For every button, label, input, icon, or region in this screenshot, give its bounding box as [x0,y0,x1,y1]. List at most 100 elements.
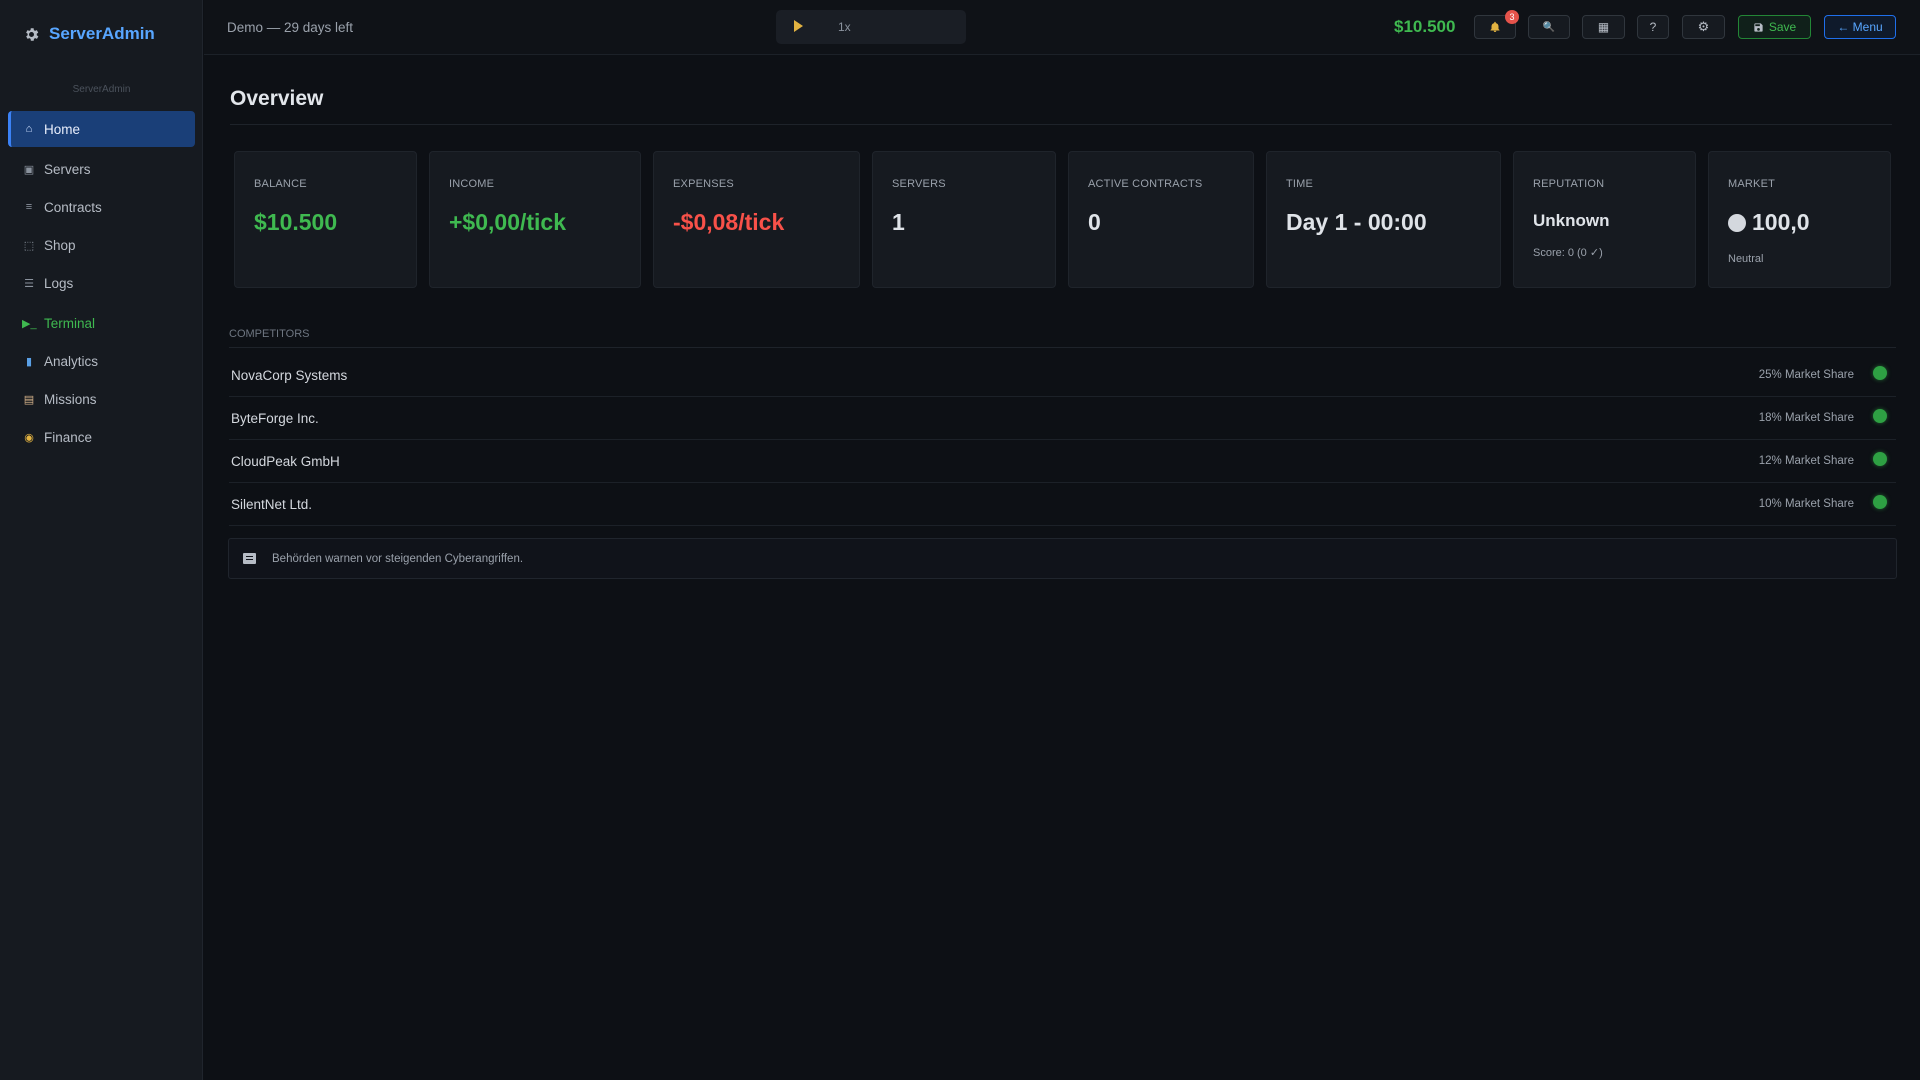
balance-card: Balance $10.500 [234,151,417,288]
menu-button[interactable]: ← Menu [1824,15,1896,39]
settings-button[interactable]: ⚙ [1682,15,1725,39]
card-label: Balance [254,178,307,190]
grid-icon: ▦ [1597,20,1610,34]
notifications-button[interactable]: 3 [1474,10,1519,39]
competitor-row[interactable]: NovaCorp Systems 25% Market Share [229,354,1896,397]
competitor-list: NovaCorp Systems 25% Market Share ByteFo… [229,354,1896,526]
card-value: 1 [892,209,905,235]
market-value: 100,0 [1752,209,1810,235]
reputation-score: Score: 0 (0 ✓) [1533,247,1603,259]
competitor-share: 25% Market Share [1758,369,1854,381]
income-card: Income +$0,00/tick [429,151,641,288]
home-icon: ⌂ [25,123,33,135]
sidebar-item-terminal[interactable]: ▶_ Terminal [8,305,195,341]
sidebar-item-label: Contracts [44,199,102,215]
help-icon: ? [1649,20,1657,34]
sidebar-item-label: Shop [44,237,76,253]
sidebar-item-home[interactable]: ⌂ Home [8,111,195,147]
notification-badge: 3 [1505,10,1519,24]
layout-button[interactable]: ▦ [1582,15,1625,39]
shop-icon: ⬚ [23,239,35,252]
competitor-share: 12% Market Share [1758,455,1854,467]
competitor-name: ByteForge Inc. [231,411,319,426]
help-button[interactable]: ? [1637,15,1669,39]
competitor-share: 10% Market Share [1758,498,1854,510]
sidebar-item-label: Home [44,121,81,137]
competitor-row[interactable]: SilentNet Ltd. 10% Market Share [229,483,1896,526]
status-dot-icon [1873,452,1887,466]
title-divider [230,124,1892,125]
search-icon: 🔍 [1542,21,1556,33]
status-dot-icon [1873,409,1887,423]
speed-control[interactable]: 1x [776,10,966,44]
sidebar-item-label: Analytics [44,353,99,369]
reputation-card: Reputation Unknown Score: 0 (0 ✓) [1513,151,1696,288]
sidebar-item-contracts[interactable]: ≡ Contracts [8,189,195,225]
terminal-icon: ▶_ [22,317,37,330]
card-value: $10.500 [254,209,338,235]
save-label: Save [1768,20,1797,34]
gear-icon [26,27,39,41]
card-label: Servers [892,178,946,190]
gear-icon: ⚙ [1697,19,1710,34]
top-bar: Demo — 29 days left 1x $10.500 3 🔍 ▦ ? ⚙… [204,0,1920,55]
sidebar: ServerAdmin ServerAdmin ⌂ Home ▣ Servers… [0,0,203,1080]
clipboard-icon: ▤ [23,393,35,406]
time-card: Time Day 1 - 00:00 [1266,151,1501,288]
save-button[interactable]: Save [1738,15,1811,39]
competitor-row[interactable]: ByteForge Inc. 18% Market Share [229,397,1896,440]
status-dot-icon [1873,495,1887,509]
competitor-name: NovaCorp Systems [231,368,348,383]
section-divider [229,347,1896,348]
sidebar-item-label: Terminal [44,315,96,331]
card-value: Day 1 - 00:00 [1286,209,1427,235]
expenses-card: Expenses -$0,08/tick [653,151,860,288]
card-value: 100,0 [1728,209,1810,236]
page-title: Overview [230,87,324,110]
brand-logo[interactable]: ServerAdmin [23,24,155,44]
card-label: Market [1728,178,1776,190]
sidebar-item-analytics[interactable]: ▮ Analytics [8,343,195,379]
speed-multiplier[interactable]: 1x [838,20,851,34]
news-text: Behörden warnen vor steigenden Cyberangr… [272,553,524,565]
play-icon[interactable] [794,20,803,32]
card-value: Unknown [1533,211,1610,230]
sidebar-item-logs[interactable]: ☰ Logs [8,265,195,301]
sidebar-item-label: Finance [44,429,93,445]
card-label: Expenses [673,178,734,190]
search-button[interactable]: 🔍 [1528,15,1570,39]
competitor-name: CloudPeak GmbH [231,454,340,469]
competitor-row[interactable]: CloudPeak GmbH 12% Market Share [229,440,1896,483]
market-indicator-icon [1728,214,1746,232]
card-label: Income [449,178,495,190]
newspaper-icon [243,553,256,564]
card-label: Time [1286,178,1314,190]
demo-status: Demo — 29 days left [227,20,354,35]
logs-icon: ☰ [24,277,34,290]
sidebar-nav: ⌂ Home ▣ Servers ≡ Contracts ⬚ Shop ☰ Lo… [8,111,195,457]
news-ticker[interactable]: Behörden warnen vor steigenden Cyberangr… [228,538,1897,579]
brand-name: ServerAdmin [49,24,155,43]
contracts-card: Active Contracts 0 [1068,151,1254,288]
sidebar-item-servers[interactable]: ▣ Servers [8,151,195,187]
sidebar-item-missions[interactable]: ▤ Missions [8,381,195,417]
market-card: Market 100,0 Neutral [1708,151,1891,288]
sidebar-item-label: Servers [44,161,91,177]
sidebar-item-label: Logs [44,275,74,291]
card-label: Reputation [1533,178,1605,190]
list-icon: ≡ [25,201,33,213]
competitor-name: SilentNet Ltd. [231,497,313,512]
competitors-heading: Competitors [229,328,310,340]
sidebar-item-finance[interactable]: ◉ Finance [8,419,195,455]
market-sentiment: Neutral [1728,253,1764,265]
sidebar-item-label: Missions [44,391,97,407]
header-balance: $10.500 [1394,17,1456,36]
floppy-icon [1754,22,1763,32]
servers-card: Servers 1 [872,151,1056,288]
sidebar-item-shop[interactable]: ⬚ Shop [8,227,195,263]
server-icon: ▣ [23,163,35,176]
chart-icon: ▮ [25,355,33,368]
card-value: +$0,00/tick [449,209,567,235]
card-value: 0 [1088,209,1101,235]
money-bag-icon: ◉ [24,431,34,444]
